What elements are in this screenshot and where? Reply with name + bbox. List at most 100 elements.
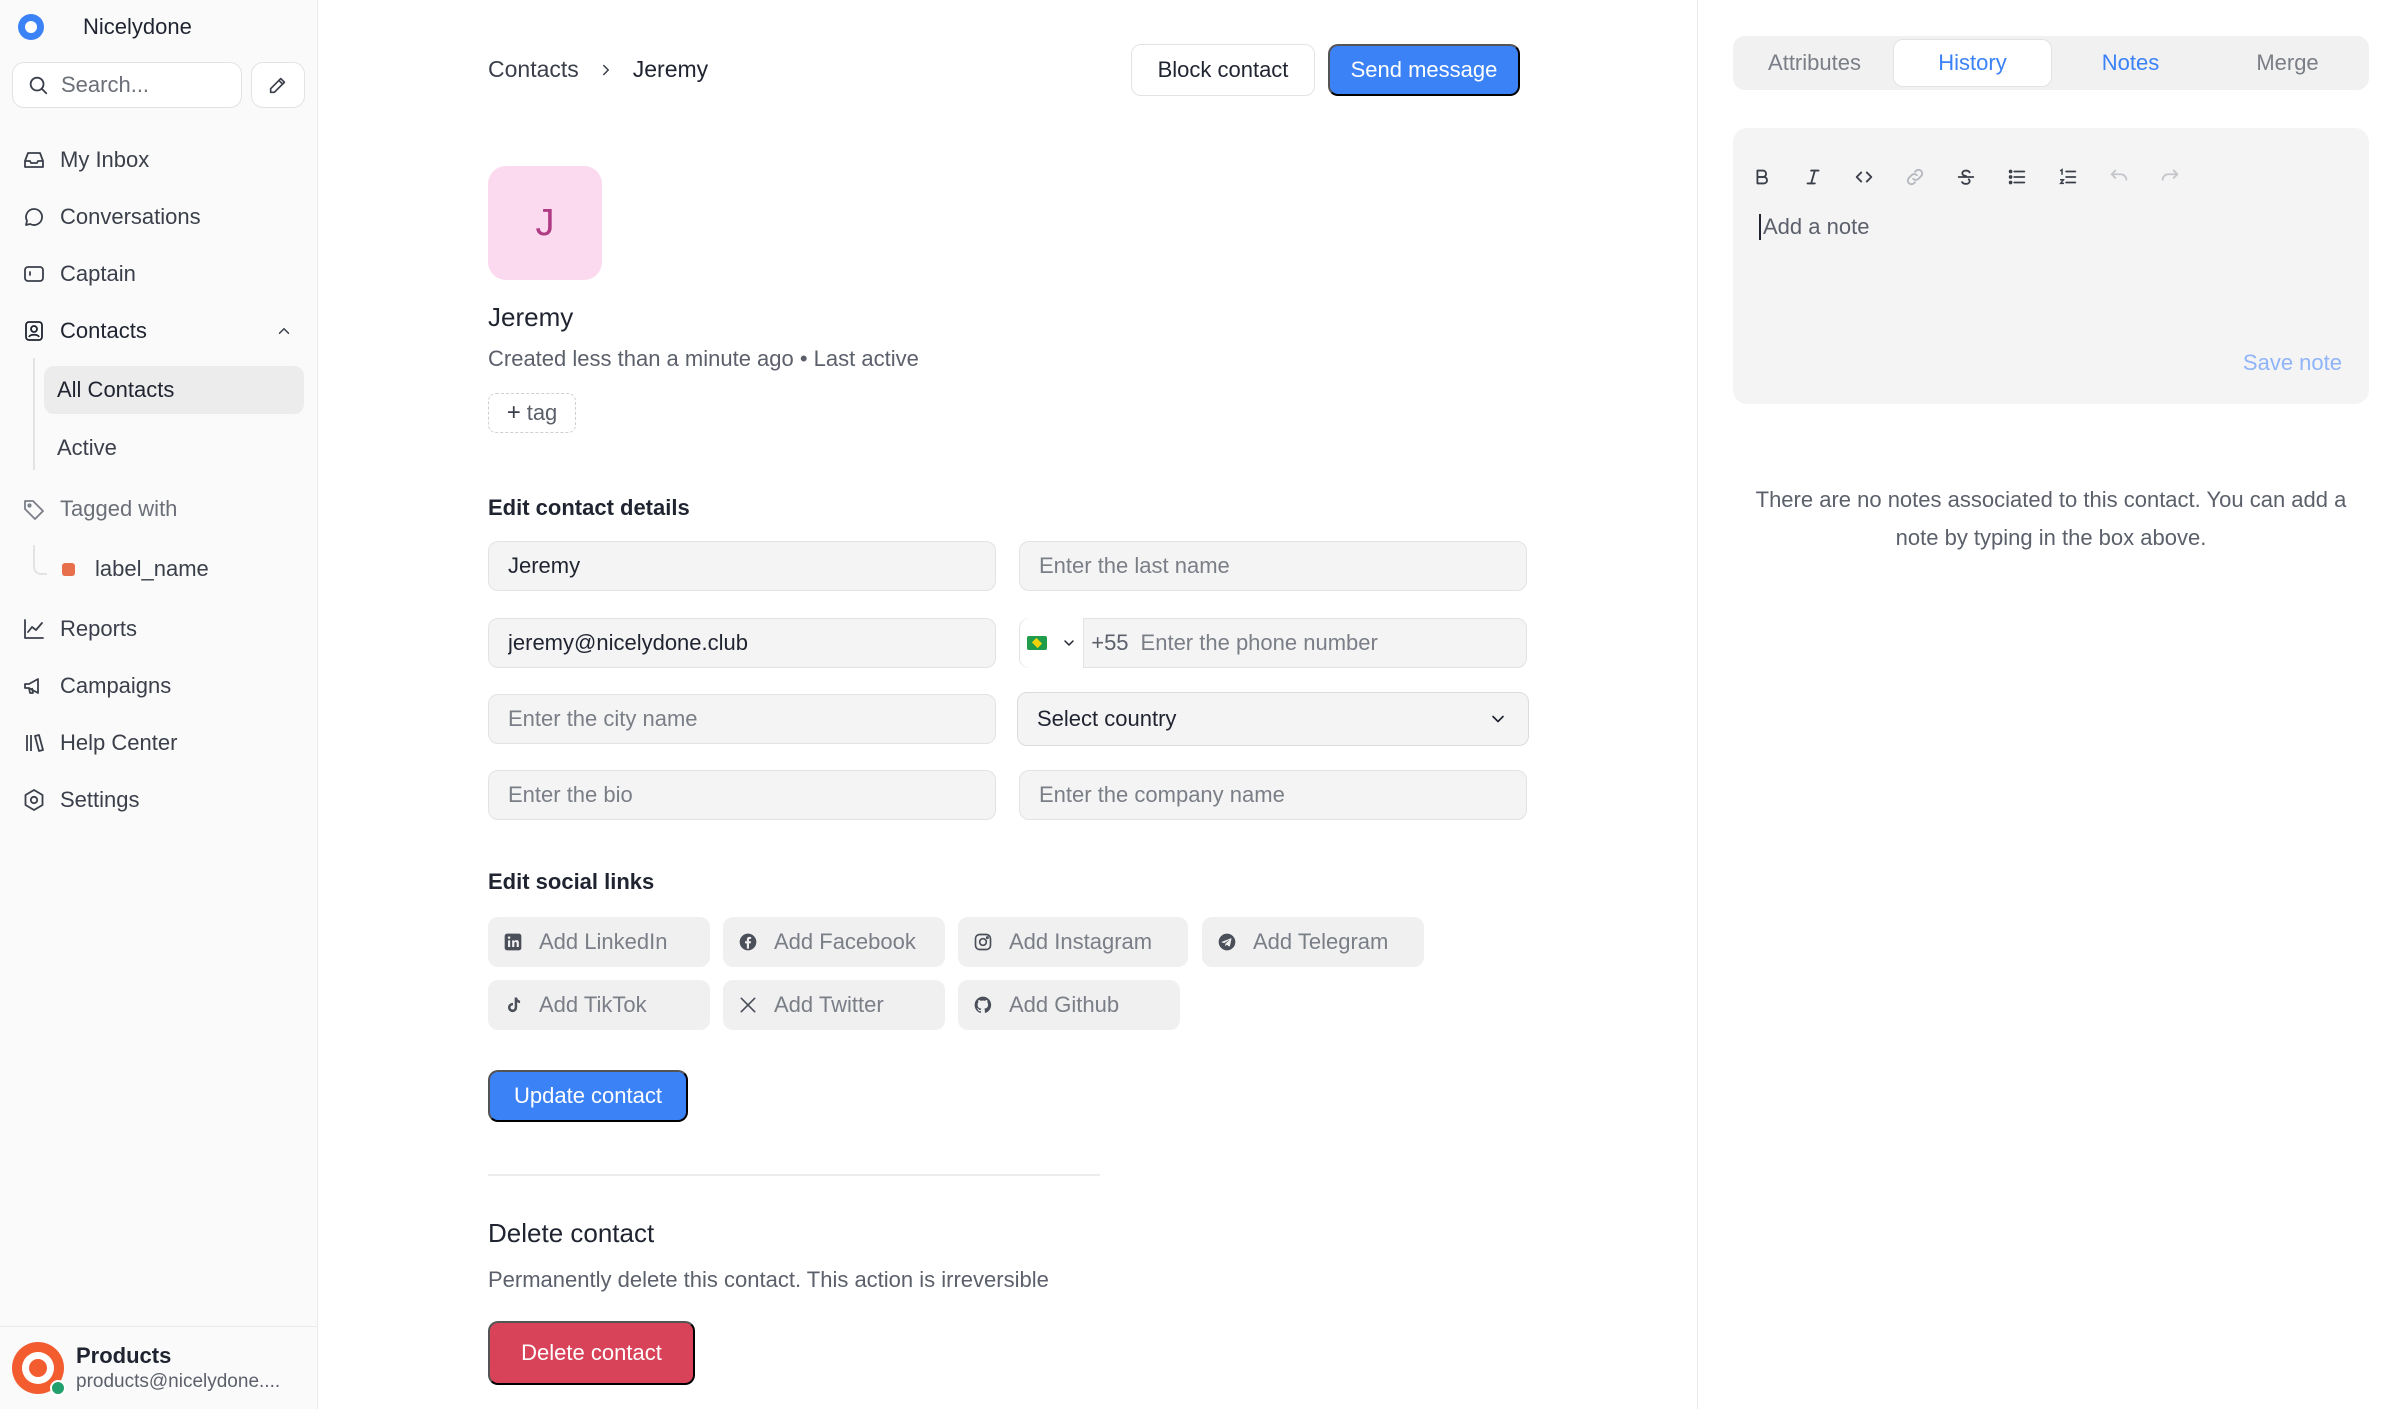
tiktok-icon — [508, 997, 521, 1013]
bold-icon — [1756, 169, 1768, 185]
nav-tagged-with[interactable]: Tagged with — [22, 491, 177, 527]
profile-name: Products — [76, 1343, 172, 1368]
italic-button[interactable] — [1802, 166, 1824, 188]
social-label: Add LinkedIn — [539, 929, 668, 954]
instagram-icon — [974, 933, 992, 951]
block-contact-button[interactable]: Block contact — [1131, 44, 1315, 96]
country-code-selector[interactable] — [1020, 618, 1085, 668]
chat-bubble-icon — [25, 208, 43, 226]
delete-contact-button[interactable]: Delete contact — [488, 1321, 695, 1385]
phone-field[interactable]: +55 — [1019, 618, 1527, 668]
social-links-title: Edit social links — [488, 869, 655, 894]
captain-icon — [24, 266, 44, 282]
online-status-dot — [50, 1380, 66, 1396]
brand[interactable]: Nicelydone — [18, 14, 192, 40]
search-box[interactable] — [12, 62, 242, 108]
breadcrumb-contacts-link[interactable]: Contacts — [488, 56, 579, 83]
add-tag-button[interactable]: + tag — [488, 393, 576, 433]
social-label: Add Instagram — [1009, 929, 1153, 954]
contact-book-icon — [25, 321, 43, 341]
plus-icon: + — [506, 399, 521, 426]
sidebar-item-all-contacts[interactable]: All Contacts — [44, 366, 304, 414]
compose-button[interactable] — [251, 62, 305, 108]
nav-conversations[interactable]: Conversations — [22, 199, 201, 235]
add-telegram-button[interactable]: Add Telegram — [1202, 917, 1424, 967]
editor-toolbar — [1751, 166, 2210, 188]
sub-item-label: All Contacts — [57, 377, 175, 402]
tab-history[interactable]: History — [1893, 39, 2052, 87]
first-name-field[interactable] — [488, 541, 996, 591]
link-button[interactable] — [1904, 166, 1926, 188]
tab-attributes[interactable]: Attributes — [1736, 39, 1893, 87]
city-input[interactable] — [508, 706, 995, 732]
tag-icon — [24, 500, 44, 520]
nav-captain[interactable]: Captain — [22, 256, 136, 292]
app-root: Nicelydone My Inbox Conversations Captai… — [0, 0, 2400, 1409]
company-field[interactable] — [1019, 770, 1527, 820]
nav-reports[interactable]: Reports — [22, 611, 137, 647]
redo-button[interactable] — [2159, 166, 2181, 188]
tab-merge[interactable]: Merge — [2209, 39, 2366, 87]
nav-contacts[interactable]: Contacts — [22, 313, 147, 349]
pencil-icon — [269, 77, 286, 94]
add-facebook-button[interactable]: Add Facebook — [723, 917, 945, 967]
nav-settings[interactable]: Settings — [22, 782, 140, 818]
chevron-down-icon — [1492, 715, 1504, 723]
phone-input[interactable] — [1140, 630, 1526, 656]
empty-notes-message: There are no notes associated to this co… — [1755, 487, 2347, 550]
undo-button[interactable] — [2108, 166, 2130, 188]
bold-button[interactable] — [1751, 166, 1773, 188]
last-name-field[interactable] — [1019, 541, 1527, 591]
edit-details-title: Edit contact details — [488, 495, 690, 520]
nav-label: Campaigns — [60, 673, 172, 698]
city-field[interactable] — [488, 694, 996, 744]
email-field[interactable] — [488, 618, 996, 668]
brazil-flag-icon — [1026, 636, 1047, 650]
chevron-up-icon[interactable] — [275, 322, 293, 340]
search-input[interactable] — [61, 72, 221, 98]
sidebar-item-label-name[interactable]: label_name — [95, 556, 209, 582]
tab-notes[interactable]: Notes — [2052, 39, 2209, 87]
email-input[interactable] — [508, 630, 995, 656]
add-twitter-button[interactable]: Add Twitter — [723, 980, 945, 1030]
user-profile[interactable]: Products products@nicelydone.... — [0, 1326, 318, 1409]
nav-label: Tagged with — [60, 496, 178, 521]
nav-my-inbox[interactable]: My Inbox — [22, 142, 149, 178]
nav-label: My Inbox — [60, 147, 150, 172]
sidebar-item-active[interactable]: Active — [44, 424, 304, 472]
note-input[interactable] — [1759, 214, 2339, 240]
code-button[interactable] — [1853, 166, 1875, 188]
profile-email: products@nicelydone.... — [76, 1371, 281, 1392]
add-tiktok-button[interactable]: Add TikTok — [488, 980, 710, 1030]
add-github-button[interactable]: Add Github — [958, 980, 1180, 1030]
add-instagram-button[interactable]: Add Instagram — [958, 917, 1188, 967]
dial-code: +55 — [1091, 630, 1129, 655]
first-name-input[interactable] — [508, 553, 995, 579]
chevron-down-icon — [1063, 640, 1074, 646]
company-input[interactable] — [1039, 782, 1526, 808]
strikethrough-icon — [1957, 169, 1975, 185]
send-message-button[interactable]: Send message — [1328, 44, 1520, 96]
nav-help-center[interactable]: Help Center — [22, 725, 177, 761]
strikethrough-button[interactable] — [1955, 166, 1977, 188]
bio-input[interactable] — [508, 782, 995, 808]
save-note-button[interactable]: Save note — [2243, 350, 2342, 376]
megaphone-icon — [24, 678, 39, 694]
numbered-list-button[interactable] — [2057, 166, 2079, 188]
github-icon — [974, 996, 992, 1013]
country-select[interactable]: Select country — [1017, 692, 1529, 746]
add-linkedin-button[interactable]: Add LinkedIn — [488, 917, 710, 967]
bullet-list-button[interactable] — [2006, 166, 2028, 188]
right-panel: Attributes History Notes Merge Add a not… — [1697, 0, 2400, 1409]
nav-campaigns[interactable]: Campaigns — [22, 668, 171, 704]
library-icon — [26, 734, 44, 752]
tree-line — [33, 358, 35, 470]
contact-name: Jeremy — [488, 302, 574, 332]
note-editor: Save note — [1733, 128, 2369, 404]
last-name-input[interactable] — [1039, 553, 1526, 579]
code-icon — [1855, 171, 1873, 183]
social-label: Add Telegram — [1253, 929, 1389, 954]
bio-field[interactable] — [488, 770, 996, 820]
update-contact-button[interactable]: Update contact — [488, 1070, 688, 1122]
add-tag-label: tag — [526, 400, 558, 425]
